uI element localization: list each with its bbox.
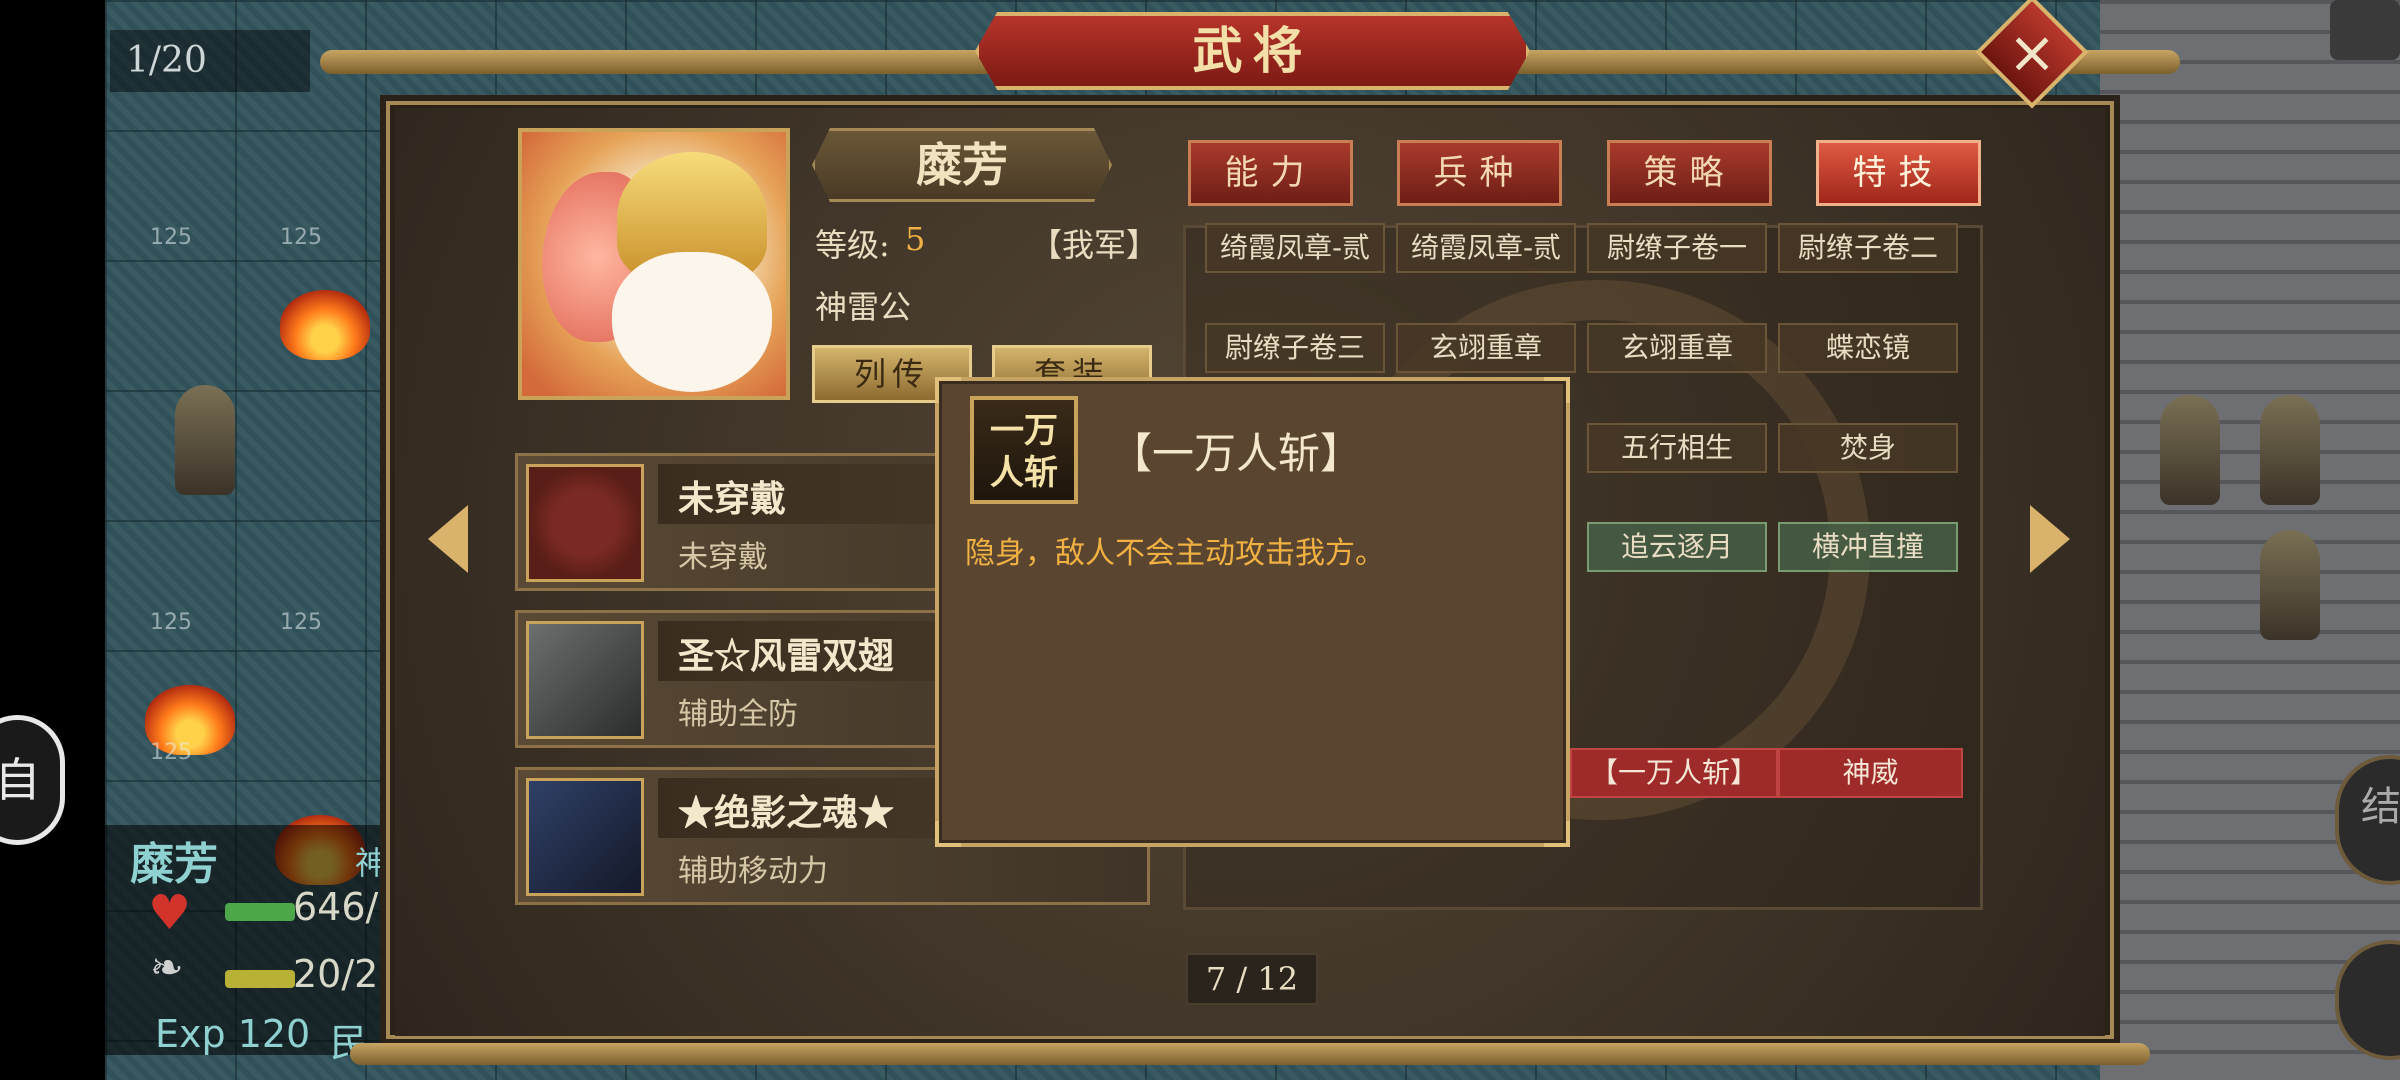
tab-special-skills[interactable]: 特技 [1816, 140, 1981, 206]
level-value: 5 [905, 220, 926, 258]
popup-skill-title: 【一万人斩】 [1110, 429, 1363, 478]
general-portrait [518, 128, 790, 400]
skill-item[interactable]: 玄翊重章 [1587, 323, 1767, 373]
tab-ability[interactable]: 能力 [1188, 140, 1353, 206]
dialog-title: 武将 [1192, 21, 1313, 80]
portrait-face [612, 252, 772, 392]
turn-counter: 1/20 [110, 30, 310, 92]
equipment-desc: 未穿戴 [678, 540, 768, 575]
close-icon[interactable]: × [1992, 12, 2072, 92]
tab-strategy[interactable]: 策略 [1607, 140, 1772, 206]
enemy-unit[interactable] [2260, 530, 2320, 640]
warrior-icon [526, 778, 644, 896]
skill-item[interactable]: 神威 [1778, 748, 1963, 798]
exp-text: Exp 120 [155, 1012, 311, 1056]
tile-value: 125 [280, 225, 322, 250]
general-name: 糜芳 [916, 138, 1008, 192]
next-general-icon[interactable] [2030, 505, 2070, 573]
popup-corner [1544, 821, 1570, 847]
skill-item[interactable]: 蝶恋镜 [1778, 323, 1958, 373]
mp-bar [225, 970, 295, 988]
equipment-name: 未穿戴 [678, 478, 787, 520]
player-unit[interactable] [175, 385, 235, 495]
skill-icon-line2: 人斩 [990, 453, 1058, 493]
faction-label: 【我军】 [1030, 226, 1159, 264]
popup-corner [935, 377, 961, 403]
skill-item[interactable]: 追云逐月 [1587, 522, 1767, 572]
tile-value: 125 [150, 225, 192, 250]
skill-icon-line1: 一万 [990, 411, 1058, 451]
popup-skill-description: 隐身，敌人不会主动攻击我方。 [965, 536, 1385, 571]
fire-tile [280, 290, 370, 360]
skill-item[interactable]: 尉缭子卷一 [1587, 223, 1767, 273]
tile-value: 125 [150, 740, 192, 765]
equipment-desc: 辅助全防 [678, 697, 798, 732]
equipment-desc: 辅助移动力 [678, 854, 828, 889]
dialog-bottom-rail [350, 1043, 2150, 1065]
tab-troop-type[interactable]: 兵种 [1397, 140, 1562, 206]
page-indicator: 7 / 12 [1186, 953, 1318, 1005]
enemy-unit[interactable] [2160, 395, 2220, 505]
skill-icon: 一万 人斩 [970, 396, 1078, 504]
equipment-name: 圣☆风雷双翅 [678, 635, 895, 677]
hp-text: 646/ [293, 885, 379, 929]
end-turn-label: 结 [2361, 784, 2400, 830]
record-badge-icon[interactable]: 自 [0, 715, 65, 845]
level-label: 等级: [815, 226, 890, 264]
skill-item[interactable]: 尉缭子卷二 [1778, 223, 1958, 273]
skill-item-selected[interactable]: 【一万人斩】 [1570, 748, 1778, 798]
skill-item[interactable]: 绮霞凤章-贰 [1396, 223, 1576, 273]
skill-item[interactable]: 玄翊重章 [1396, 323, 1576, 373]
prev-general-icon[interactable] [428, 505, 468, 573]
heart-icon: ♥ [148, 885, 192, 941]
popup-corner [935, 821, 961, 847]
feather-icon: ❧ [150, 945, 184, 991]
skill-item[interactable]: 绮霞凤章-贰 [1205, 223, 1385, 273]
castle-wall [2100, 0, 2400, 1080]
tile-value: 125 [280, 610, 322, 635]
wings-icon [526, 621, 644, 739]
tile-value: 125 [150, 610, 192, 635]
empty-slot-icon [526, 464, 644, 582]
hp-bar [225, 903, 295, 921]
skill-item[interactable]: 尉缭子卷三 [1205, 323, 1385, 373]
popup-corner [1544, 377, 1570, 403]
equipment-name: ★绝影之魂★ [678, 792, 895, 834]
skill-item[interactable]: 焚身 [1778, 423, 1958, 473]
mp-text: 20/2 [293, 952, 379, 996]
skill-item[interactable]: 横冲直撞 [1778, 522, 1958, 572]
left-black-bar [0, 0, 105, 1080]
skill-item[interactable]: 五行相生 [1587, 423, 1767, 473]
unit-name: 糜芳 [130, 839, 218, 890]
general-title: 神雷公 [815, 288, 912, 326]
enemy-unit[interactable] [2260, 395, 2320, 505]
menu-icon[interactable] [2330, 0, 2400, 60]
game-screen: 125 125 125 125 125 125 1/20 糜芳 神 ♥ 646/… [0, 0, 2400, 1080]
